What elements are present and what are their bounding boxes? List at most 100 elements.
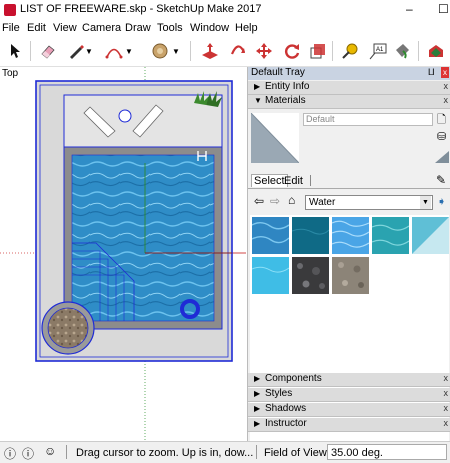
pin-icon[interactable]: ⨿: [428, 67, 434, 78]
panel-close-button[interactable]: x: [444, 418, 449, 428]
toolbar: ▼ ▼ ▼ A1: [0, 37, 450, 67]
library-nav: ⇦ ⇨ ⌂ Water ▼ ➧: [248, 193, 450, 212]
toolbar-separator: [190, 41, 191, 61]
panel-label: Instructor: [265, 418, 307, 429]
shapes-icon[interactable]: [150, 41, 170, 61]
text-icon[interactable]: A1: [368, 41, 388, 61]
material-swatch[interactable]: [332, 257, 369, 294]
library-select[interactable]: Water ▼: [305, 195, 433, 210]
chevron-right-icon: ▶: [254, 419, 261, 428]
details-arrow-icon[interactable]: ➧: [437, 195, 446, 208]
material-preview: [250, 112, 300, 164]
panel-entity-info[interactable]: ▶ Entity Info x: [248, 81, 450, 95]
chevron-down-icon[interactable]: ▼: [84, 41, 94, 61]
toolbar-separator: [332, 41, 333, 61]
drawing-viewport[interactable]: Top: [0, 67, 246, 441]
menu-window[interactable]: Window: [190, 22, 229, 34]
chevron-right-icon: ▶: [254, 82, 261, 91]
tray-close-button[interactable]: x: [441, 67, 449, 78]
material-swatch[interactable]: [412, 217, 449, 254]
rotate-icon[interactable]: [282, 41, 302, 61]
select-arrow-icon[interactable]: [6, 41, 26, 61]
tape-measure-icon[interactable]: [340, 41, 360, 61]
paint-bucket-icon[interactable]: ⛁: [437, 130, 446, 143]
menu-tools[interactable]: Tools: [157, 22, 183, 34]
title-bar: LIST OF FREEWARE.skp - SketchUp Make 201…: [0, 0, 450, 20]
eraser-icon[interactable]: [38, 41, 58, 61]
material-swatch[interactable]: [372, 217, 409, 254]
sample-paint-icon[interactable]: ✎: [436, 173, 446, 187]
material-tabs: Select Edit ✎: [248, 172, 450, 189]
minimize-button[interactable]: –: [406, 2, 413, 16]
tab-edit[interactable]: Edit: [284, 175, 303, 187]
panel-label: Components: [265, 373, 322, 384]
status-hint: Drag cursor to zoom. Up is in, dow...: [76, 447, 254, 459]
panel-label: Styles: [265, 388, 293, 399]
svg-text:A1: A1: [376, 47, 384, 53]
panel-close-button[interactable]: x: [444, 388, 449, 398]
push-pull-icon[interactable]: [200, 41, 220, 61]
chevron-down-icon[interactable]: ▼: [171, 41, 181, 61]
menu-help[interactable]: Help: [235, 22, 258, 34]
measurements-input[interactable]: 35.00 deg.: [327, 444, 447, 460]
toolbar-separator: [418, 41, 419, 61]
material-swatch[interactable]: [332, 217, 369, 254]
material-name-field[interactable]: Default: [303, 113, 433, 126]
maximize-button[interactable]: ☐: [438, 2, 449, 16]
credits-icon[interactable]: ⓘ: [22, 445, 34, 462]
default-tray: Default Tray ⨿ x ▶ Entity Info x ▼ Mater…: [247, 67, 450, 441]
warehouse-icon[interactable]: [426, 41, 446, 61]
panel-close-button[interactable]: x: [444, 373, 449, 383]
home-icon[interactable]: ⌂: [288, 193, 295, 207]
default-material-icon[interactable]: [435, 151, 449, 163]
panel-close-button[interactable]: x: [444, 95, 449, 105]
panel-materials[interactable]: ▼ Materials x: [248, 95, 450, 109]
status-divider: [256, 445, 257, 459]
chevron-right-icon: ▶: [254, 374, 261, 383]
chevron-down-icon: ▼: [420, 196, 431, 209]
menu-view[interactable]: View: [53, 22, 77, 34]
material-swatch[interactable]: [292, 257, 329, 294]
menu-camera[interactable]: Camera: [82, 22, 121, 34]
panel-label: Shadows: [265, 403, 307, 414]
panel-shadows[interactable]: ▶ Shadows x: [248, 403, 450, 417]
move-icon[interactable]: [254, 41, 274, 61]
menu-file[interactable]: File: [2, 22, 20, 34]
menu-edit[interactable]: Edit: [27, 22, 46, 34]
panel-instructor[interactable]: ▶ Instructor x: [248, 418, 450, 432]
create-material-icon[interactable]: 🗋: [437, 111, 446, 130]
chevron-down-icon: ▼: [254, 96, 262, 105]
menu-draw[interactable]: Draw: [125, 22, 151, 34]
status-bar: ⓘ ⓘ ☺ Drag cursor to zoom. Up is in, dow…: [0, 441, 450, 463]
tab-select[interactable]: Select: [251, 174, 288, 187]
user-icon[interactable]: ☺: [44, 444, 56, 458]
panel-label: Entity Info: [265, 81, 310, 92]
fov-value: 35.00 deg.: [331, 447, 383, 459]
pencil-icon[interactable]: [66, 41, 86, 61]
paint-bucket-icon[interactable]: [392, 41, 412, 61]
fov-label: Field of View: [264, 447, 327, 459]
geo-location-icon[interactable]: ⓘ: [4, 445, 16, 462]
menu-bar: File Edit View Camera Draw Tools Window …: [0, 20, 450, 37]
forward-arrow-icon[interactable]: ⇨: [270, 194, 280, 208]
material-swatch[interactable]: [292, 217, 329, 254]
panel-components[interactable]: ▶ Components x: [248, 373, 450, 387]
back-arrow-icon[interactable]: ⇦: [254, 194, 264, 208]
tab-divider: [310, 175, 311, 186]
library-selected-value: Water: [309, 197, 336, 208]
status-divider: [66, 445, 67, 459]
orbit-icon[interactable]: [228, 41, 248, 61]
pool-model: [0, 67, 246, 441]
material-swatch[interactable]: [252, 217, 289, 254]
tray-title-bar: Default Tray ⨿ x: [248, 67, 450, 80]
arc-icon[interactable]: [104, 41, 124, 61]
panel-close-button[interactable]: x: [444, 403, 449, 413]
chevron-down-icon[interactable]: ▼: [124, 41, 134, 61]
scale-icon[interactable]: [308, 41, 328, 61]
panel-styles[interactable]: ▶ Styles x: [248, 388, 450, 402]
chevron-right-icon: ▶: [254, 404, 261, 413]
toolbar-separator: [30, 41, 31, 61]
window-title: LIST OF FREEWARE.skp - SketchUp Make 201…: [20, 3, 262, 15]
material-swatch[interactable]: [252, 257, 289, 294]
panel-close-button[interactable]: x: [444, 81, 449, 91]
